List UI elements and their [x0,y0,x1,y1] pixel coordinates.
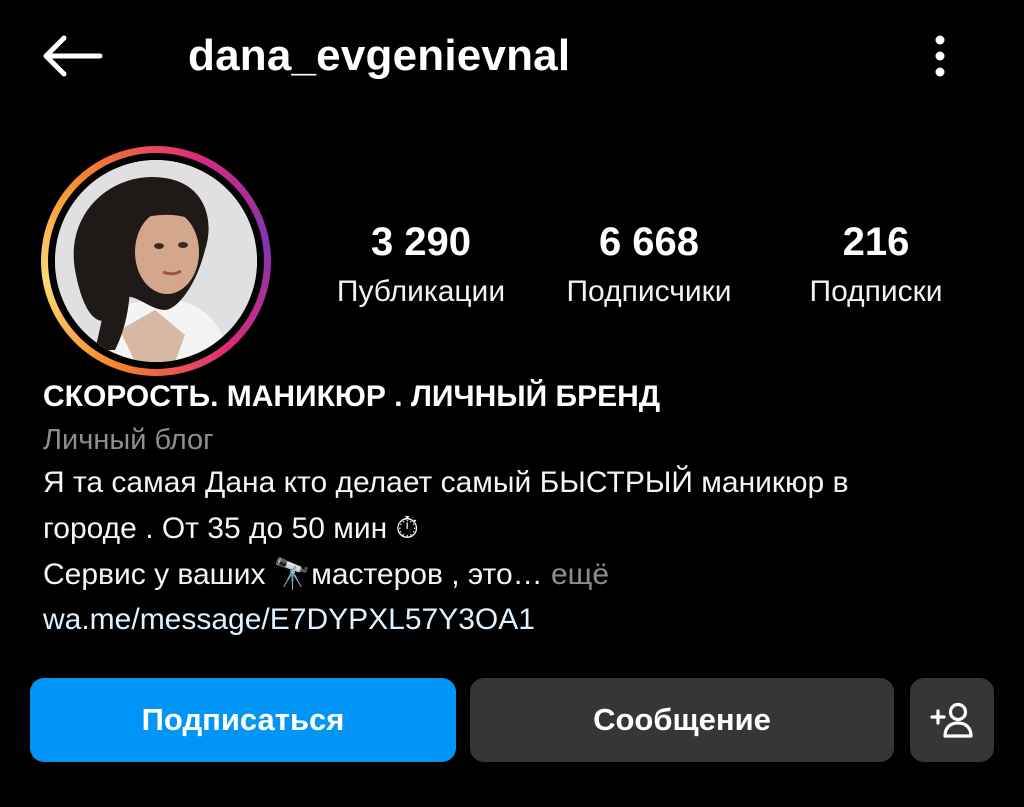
posts-stat[interactable]: 3 290 Публикации [316,218,526,312]
vertical-dots-icon [935,35,945,77]
posts-label: Публикации [336,275,506,308]
story-ring[interactable] [41,146,271,376]
bio-text-line-3-content: Сервис у ваших 🔭мастеров , это… [43,558,543,591]
profile-username: dana_evgenievnal [188,31,571,80]
bio-more-link[interactable]: ещё [543,558,609,591]
bio-display-name: СКОРОСТЬ. МАНИКЮР . ЛИЧНЫЙ БРЕНД [43,380,661,413]
profile-screen: dana_evgenievnal 3 290 Публикации 6 668 … [0,0,1024,807]
back-button[interactable] [36,28,108,84]
followers-stat[interactable]: 6 668 Подписчики [544,218,754,312]
profile-bio: СКОРОСТЬ. МАНИКЮР . ЛИЧНЫЙ БРЕНД Личный … [43,376,1003,642]
followers-count: 6 668 [598,220,700,264]
bio-text-line-3: Сервис у ваших 🔭мастеров , это… ещё [43,552,1003,598]
bio-text-line-1: Я та самая Дана кто делает самый БЫСТРЫЙ… [43,466,849,499]
follow-button[interactable]: Подписаться [30,678,456,762]
bio-text-line-2: городе . От 35 до 50 мин ⏱ [43,512,419,545]
add-person-icon [930,702,973,738]
avatar [55,160,257,362]
following-label: Подписки [809,275,943,308]
posts-count: 3 290 [370,220,472,264]
suggested-accounts-button[interactable] [910,678,994,762]
message-button[interactable]: Сообщение [470,678,894,762]
following-stat[interactable]: 216 Подписки [776,218,976,312]
following-count: 216 [842,220,910,264]
arrow-left-icon [43,35,103,77]
bio-category: Личный блог [43,424,214,456]
bio-website-link[interactable]: wa.me/message/E7DYPXL57Y3OA1 [43,598,1003,642]
top-bar: dana_evgenievnal [0,0,1024,110]
followers-label: Подписчики [566,275,732,308]
more-options-button[interactable] [918,30,962,82]
